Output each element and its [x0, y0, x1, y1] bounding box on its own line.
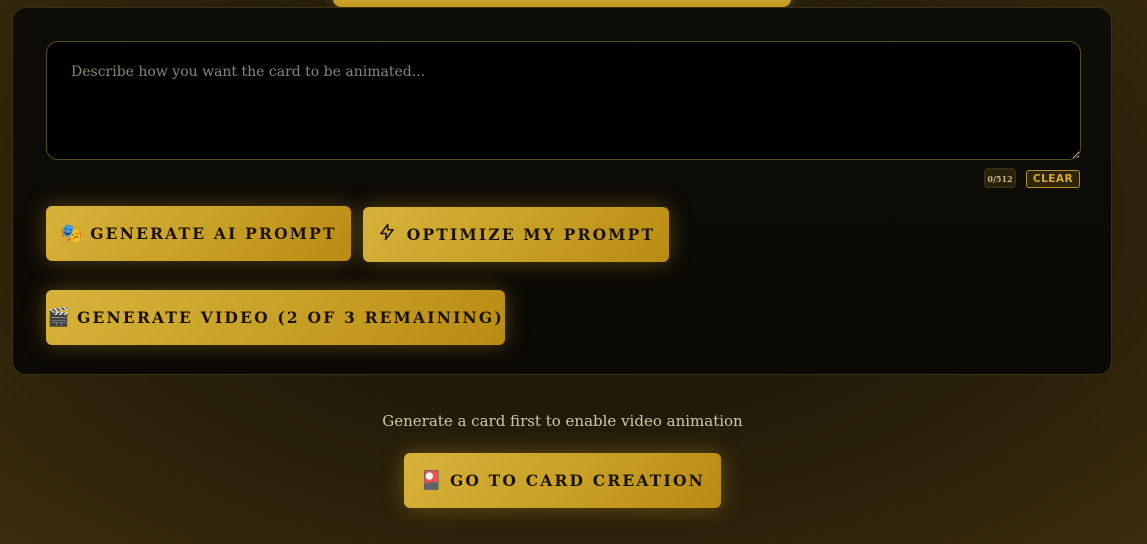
theater-masks-icon: 🎭	[60, 223, 83, 244]
top-tab-button[interactable]	[333, 0, 791, 7]
card-icon: 🎴	[419, 470, 443, 491]
lightning-icon	[377, 223, 397, 246]
clear-button[interactable]: CLEAR	[1026, 170, 1080, 188]
optimize-prompt-button[interactable]: Optimize My Prompt	[363, 207, 669, 262]
clapperboard-icon: 🎬	[47, 307, 70, 328]
generate-ai-prompt-label: Generate AI Prompt	[90, 224, 337, 243]
go-to-card-creation-label: Go to Card Creation	[449, 471, 706, 490]
enable-animation-hint: Generate a card first to enable video an…	[382, 412, 743, 430]
generate-video-label: Generate Video (2 of 3 remaining)	[77, 308, 504, 327]
generate-video-button[interactable]: 🎬 Generate Video (2 of 3 remaining)	[46, 290, 505, 345]
go-to-card-creation-button[interactable]: 🎴 Go to Card Creation	[404, 453, 721, 508]
character-counter: 0/512	[984, 168, 1016, 188]
animation-panel: 0/512 CLEAR 🎭 Generate AI Prompt Optimiz…	[12, 7, 1112, 375]
generate-ai-prompt-button[interactable]: 🎭 Generate AI Prompt	[46, 206, 351, 261]
animation-prompt-input[interactable]	[46, 41, 1081, 160]
optimize-prompt-label: Optimize My Prompt	[406, 225, 656, 244]
